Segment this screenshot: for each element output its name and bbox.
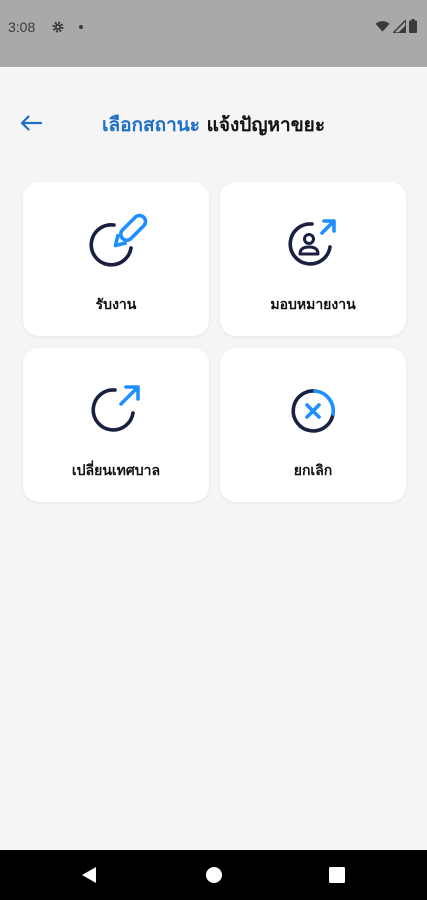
change-municipality-card[interactable]: เปลี่ยนเทศบาล: [23, 348, 209, 502]
status-bar: 3:08: [0, 0, 427, 67]
home-circle-icon[interactable]: [204, 865, 224, 885]
battery-icon: [409, 19, 417, 33]
accept-job-card[interactable]: รับงาน: [23, 182, 209, 336]
edit-icon: [89, 213, 148, 267]
card-label: ยกเลิก: [293, 463, 333, 479]
assign-job-card[interactable]: มอบหมายงาน: [220, 182, 406, 336]
signal-icon: [393, 19, 406, 33]
cancel-icon: [291, 389, 336, 433]
recents-square-icon[interactable]: [327, 865, 347, 885]
assign-user-icon: [288, 219, 336, 266]
gear-icon: [52, 21, 64, 33]
page-title-rest: แจ้งปัญหาขยะ: [199, 114, 326, 136]
cancel-card[interactable]: ยกเลิก: [220, 348, 406, 502]
card-label: รับงาน: [95, 297, 137, 313]
status-time: 3:08: [8, 19, 36, 35]
external-share-icon: [91, 385, 140, 432]
back-triangle-icon[interactable]: [80, 865, 100, 885]
page-title-accent: เลือกสถานะ: [101, 114, 200, 136]
navigation-bar: [0, 850, 427, 900]
notification-dot-icon: [79, 25, 83, 29]
system-icons: [375, 19, 417, 33]
header: เลือกสถานะ แจ้งปัญหาขยะ: [0, 100, 427, 146]
card-label: เปลี่ยนเทศบาล: [71, 463, 161, 479]
wifi-icon: [375, 20, 390, 32]
card-label: มอบหมายงาน: [270, 297, 356, 313]
page-title: เลือกสถานะ แจ้งปัญหาขยะ: [0, 110, 427, 140]
